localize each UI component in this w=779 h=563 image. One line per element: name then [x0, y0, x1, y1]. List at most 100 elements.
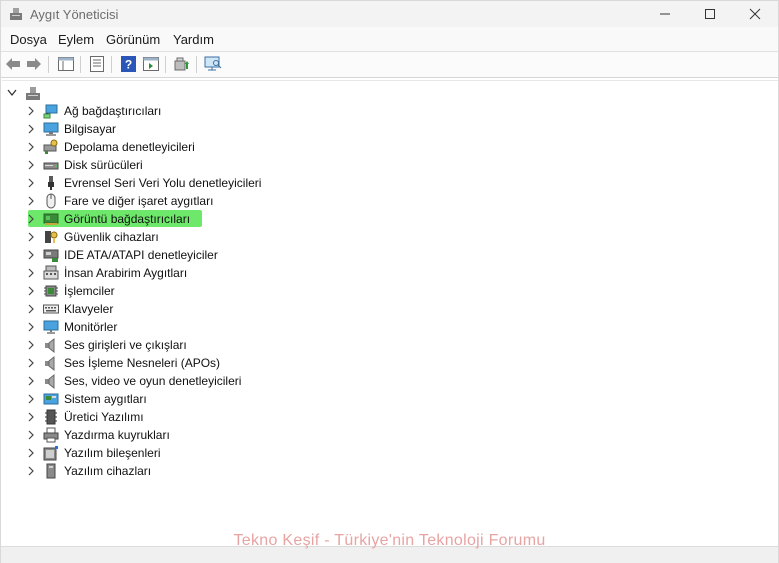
help-icon: ? — [120, 56, 136, 72]
chevron-right-icon[interactable] — [26, 466, 36, 476]
firmware-icon — [45, 409, 57, 425]
back-arrow-icon — [6, 58, 20, 70]
printer-icon — [43, 427, 59, 443]
device-tree: Ağ bağdaştırıcıları Bilgisayar Depolama de… — [2, 80, 778, 546]
chevron-right-icon[interactable] — [26, 214, 36, 224]
tree-item[interactable]: Evrensel Seri Veri Yolu denetleyicileri — [2, 174, 402, 192]
tree-item-label: Yazdırma kuyrukları — [64, 428, 170, 442]
chevron-right-icon[interactable] — [26, 232, 36, 242]
chevron-right-icon[interactable] — [26, 340, 36, 350]
watermark-text: Tekno Keşif - Türkiye'nin Teknoloji Foru… — [233, 532, 546, 549]
tree-item[interactable]: Ses girişleri ve çıkışları — [2, 336, 402, 354]
keyboard-icon — [43, 304, 59, 314]
tree-item-label: Disk sürücüleri — [64, 158, 143, 172]
scan-hardware-changes-button[interactable] — [204, 55, 222, 73]
chevron-down-icon[interactable] — [7, 89, 17, 97]
tree-item[interactable]: İnsan Arabirim Aygıtları — [2, 264, 402, 282]
toolbar-separator — [80, 56, 81, 73]
toolbar-separator — [48, 56, 49, 73]
chevron-right-icon[interactable] — [26, 178, 36, 188]
maximize-icon — [705, 9, 715, 19]
chevron-right-icon[interactable] — [26, 142, 36, 152]
title-bar[interactable]: Aygıt Yöneticisi — [1, 1, 778, 27]
processor-icon — [44, 285, 58, 297]
minimize-icon — [660, 13, 670, 15]
tree-item[interactable]: Fare ve diğer işaret aygıtları — [2, 192, 402, 210]
update-driver-icon — [174, 57, 189, 71]
menu-dosya[interactable]: Dosya — [10, 32, 47, 47]
chevron-right-icon[interactable] — [26, 196, 36, 206]
forward-button[interactable] — [25, 55, 43, 73]
tree-item[interactable]: Yazılım bileşenleri — [2, 444, 402, 462]
action-pane-icon — [143, 57, 159, 71]
toolbar-separator — [111, 56, 112, 73]
chevron-right-icon[interactable] — [26, 268, 36, 278]
tree-item-label: IDE ATA/ATAPI denetleyiciler — [64, 248, 218, 262]
tree-item[interactable]: Sistem aygıtları — [2, 390, 402, 408]
tree-item-label: Yazılım bileşenleri — [64, 446, 161, 460]
tree-item[interactable]: Üretici Yazılımı — [2, 408, 402, 426]
tree-item[interactable]: Disk sürücüleri — [2, 156, 402, 174]
update-driver-button[interactable] — [173, 55, 191, 73]
chevron-right-icon[interactable] — [26, 124, 36, 134]
tree-item-label: Görüntü bağdaştırıcıları — [64, 212, 191, 226]
device-manager-app-icon — [10, 8, 22, 20]
menu-bar: Dosya Eylem Görünüm Yardım — [1, 27, 778, 52]
tree-item-label: Fare ve diğer işaret aygıtları — [64, 194, 214, 208]
tree-item-label: Klavyeler — [64, 302, 114, 316]
tree-item[interactable]: Güvenlik cihazları — [2, 228, 402, 246]
tree-item-label: Sistem aygıtları — [64, 392, 147, 406]
tree-item[interactable]: Bilgisayar — [2, 120, 402, 138]
menu-gorunum[interactable]: Görünüm — [106, 32, 160, 47]
tree-item[interactable]: Depolama denetleyicileri — [2, 138, 402, 156]
monitor-icon — [43, 320, 59, 334]
tree-item[interactable]: IDE ATA/ATAPI denetleyiciler — [2, 246, 402, 264]
chevron-right-icon[interactable] — [26, 448, 36, 458]
tree-root[interactable] — [2, 84, 202, 102]
speaker-icon — [45, 373, 55, 389]
chevron-right-icon[interactable] — [26, 160, 36, 170]
chevron-right-icon[interactable] — [26, 304, 36, 314]
tree-item[interactable]: Yazılım cihazları — [2, 462, 402, 480]
menu-yardim[interactable]: Yardım — [173, 32, 214, 47]
tree-item-label: İşlemciler — [64, 284, 115, 298]
software-device-icon — [46, 463, 56, 479]
close-button[interactable] — [732, 1, 778, 27]
tree-item[interactable]: Yazdırma kuyrukları — [2, 426, 402, 444]
maximize-button[interactable] — [687, 1, 733, 27]
chevron-right-icon[interactable] — [26, 286, 36, 296]
tree-item[interactable]: Monitörler — [2, 318, 402, 336]
help-button[interactable]: ? — [119, 55, 137, 73]
back-button[interactable] — [4, 55, 22, 73]
tree-item[interactable]: Görüntü bağdaştırıcıları — [2, 210, 402, 228]
minimize-button[interactable] — [642, 1, 688, 27]
action-pane-button[interactable] — [142, 55, 160, 73]
chevron-right-icon[interactable] — [26, 376, 36, 386]
properties-icon — [90, 56, 104, 72]
chevron-right-icon[interactable] — [26, 322, 36, 332]
chevron-right-icon[interactable] — [26, 106, 36, 116]
chevron-right-icon[interactable] — [26, 250, 36, 260]
tree-item[interactable]: Ses İşleme Nesneleri (APOs) — [2, 354, 402, 372]
tree-item[interactable]: Ses, video ve oyun denetleyicileri — [2, 372, 402, 390]
tree-item-label: Depolama denetleyicileri — [64, 140, 195, 154]
tree-item-label: Yazılım cihazları — [64, 464, 152, 478]
software-component-icon — [43, 446, 58, 461]
tree-item-label: İnsan Arabirim Aygıtları — [64, 266, 188, 280]
menu-eylem[interactable]: Eylem — [58, 32, 94, 47]
ide-controller-icon — [43, 249, 59, 262]
tree-item[interactable]: Klavyeler — [2, 300, 402, 318]
properties-button[interactable] — [88, 55, 106, 73]
chevron-right-icon[interactable] — [26, 412, 36, 422]
tree-item[interactable]: İşlemciler — [2, 282, 402, 300]
system-device-icon — [43, 393, 59, 405]
show-hide-console-tree-button[interactable] — [57, 55, 75, 73]
chevron-right-icon[interactable] — [26, 430, 36, 440]
tree-item-label: Ses girişleri ve çıkışları — [64, 338, 187, 352]
disk-drive-icon — [43, 162, 59, 170]
usb-icon — [48, 176, 54, 190]
tree-item-label: Ağ bağdaştırıcıları — [64, 104, 162, 118]
chevron-right-icon[interactable] — [26, 394, 36, 404]
chevron-right-icon[interactable] — [26, 358, 36, 368]
tree-item[interactable]: Ağ bağdaştırıcıları — [2, 102, 402, 120]
